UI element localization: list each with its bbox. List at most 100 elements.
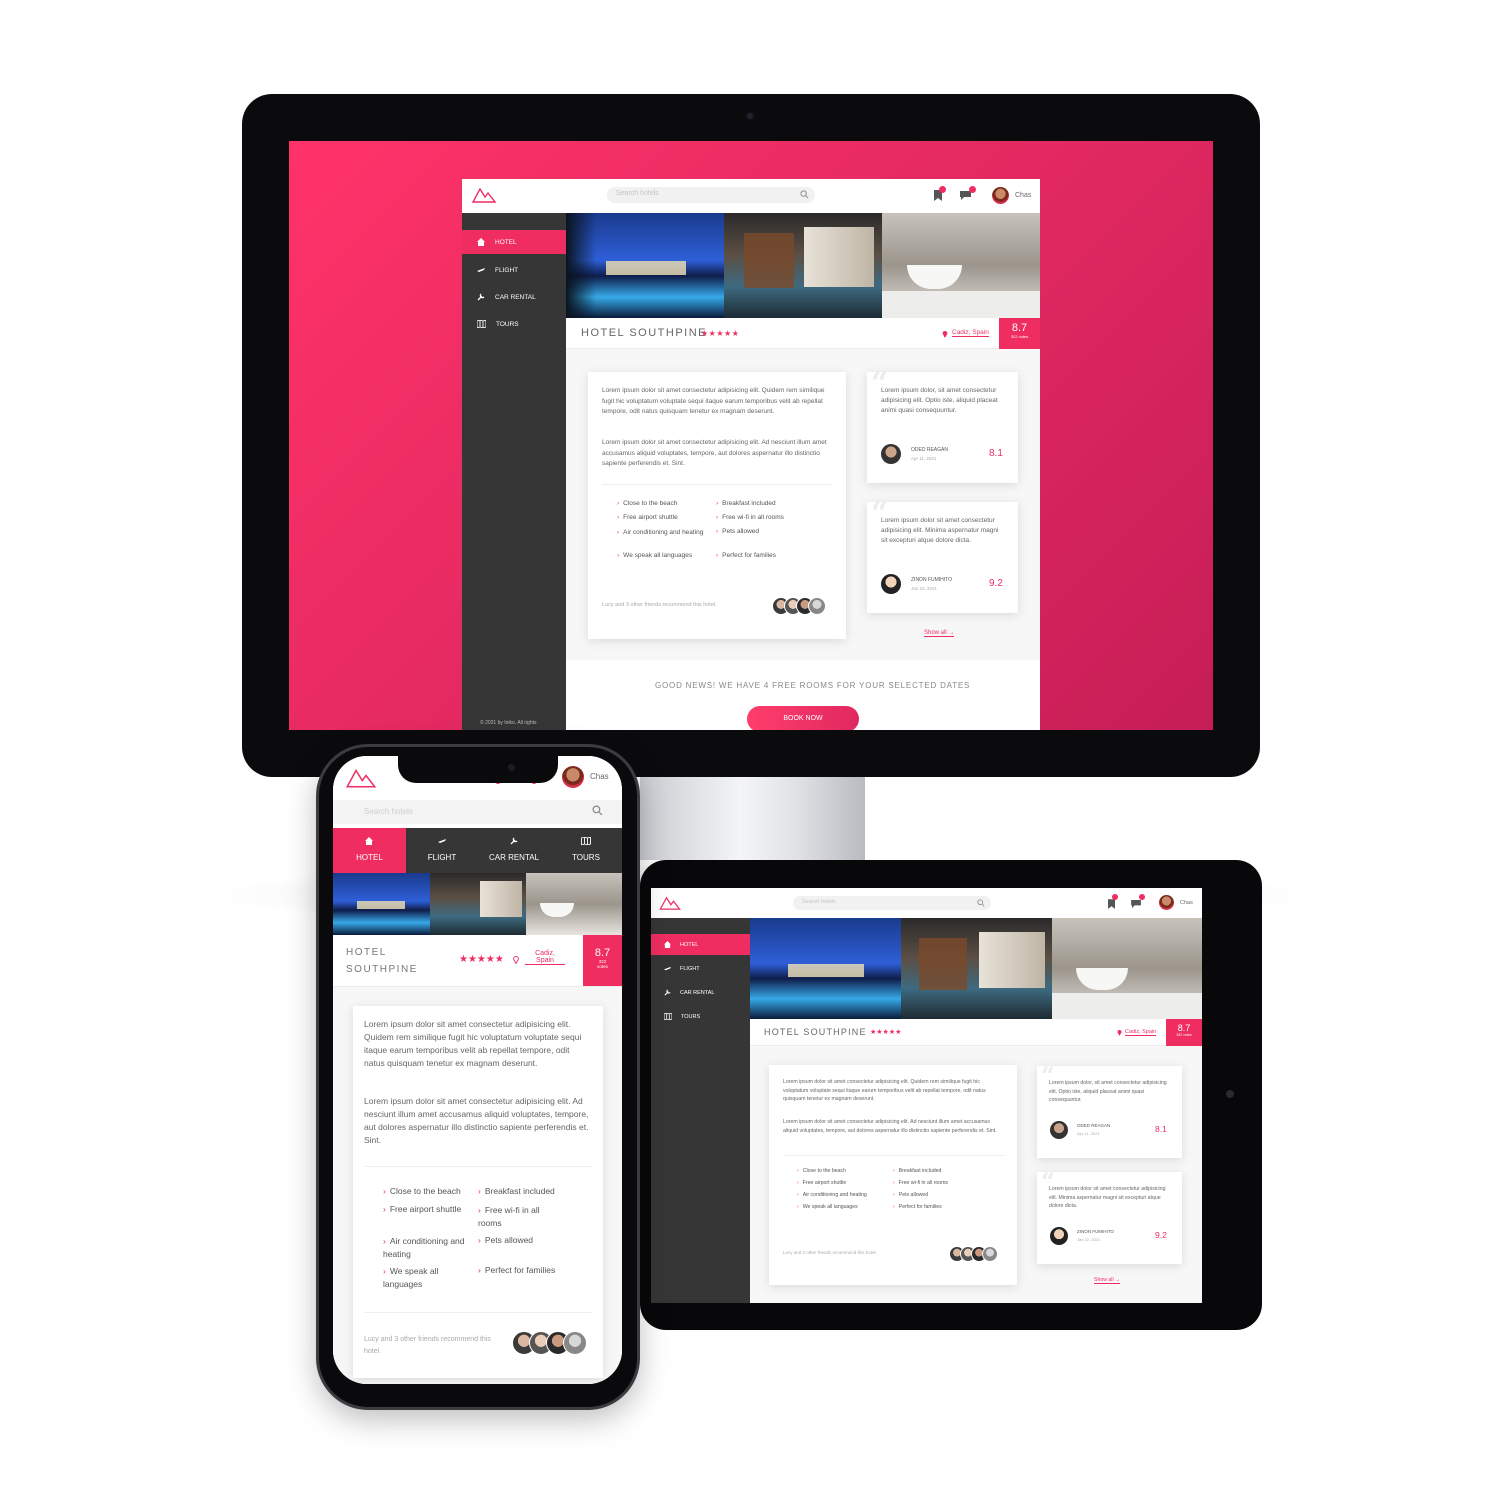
description-paragraph-1: Lorem ipsum dolor sit amet consectetur a… — [364, 1019, 582, 1068]
reviewer-avatar — [881, 444, 901, 464]
tab-flight[interactable]: FLIGHT — [406, 828, 478, 873]
search-icon[interactable] — [977, 899, 985, 907]
sidebar-item-label: TOURS — [681, 1013, 701, 1020]
device-mockup-stage: Search hotels Chas HOTEL FLIGHT CAR RENT… — [0, 0, 1500, 1500]
logo-icon[interactable] — [346, 768, 376, 788]
sidebar-item-flight[interactable]: FLIGHT — [651, 958, 750, 979]
chat-icon[interactable] — [1131, 900, 1141, 908]
divider — [364, 1166, 592, 1167]
user-name[interactable]: Chas — [1015, 192, 1031, 199]
description-paragraph-2: Lorem ipsum dolor sit amet consectetur a… — [602, 439, 827, 467]
description-card: Lorem ipsum dolor sit amet consectetur a… — [588, 372, 846, 639]
hotel-photo-bathroom[interactable] — [882, 213, 1040, 318]
hotel-photo-indoor-pool[interactable] — [430, 873, 526, 935]
hotel-photo-gallery[interactable] — [566, 213, 1040, 318]
description-paragraph-2: Lorem ipsum dolor sit amet consectetur a… — [783, 1119, 997, 1134]
hotel-photo-indoor-pool[interactable] — [724, 213, 882, 318]
plane-icon — [664, 966, 671, 971]
review-text: Lorem ipsum dolor, sit amet consectetur … — [881, 387, 998, 414]
feature-item: › Free airport shuttle — [617, 514, 678, 521]
logo-icon[interactable] — [472, 187, 496, 203]
chat-icon[interactable] — [960, 191, 971, 200]
sidebar-item-car-rental[interactable]: CAR RENTAL — [651, 982, 750, 1003]
user-avatar[interactable] — [1159, 895, 1174, 910]
hotel-name: HOTEL SOUTHPINE — [764, 1027, 867, 1037]
feature-item: › Air conditioning and heating — [617, 529, 704, 536]
friend-avatar[interactable] — [563, 1331, 587, 1355]
review-text: Lorem ipsum dolor sit amet consectetur a… — [881, 517, 999, 544]
hotel-score-box: 8.7 322 votes — [1166, 1019, 1202, 1046]
desktop-search-input[interactable]: Search hotels — [607, 187, 815, 203]
feature-item: › We speak all languages — [617, 552, 693, 559]
copyright-text: © 2021 by Iniko. All rights — [480, 720, 537, 726]
hotel-name-line-2: SOUTHPINE — [346, 964, 418, 975]
sidebar-item-label: TOURS — [496, 320, 519, 328]
hotel-score: 8.7 — [1011, 322, 1028, 334]
map-icon — [581, 837, 591, 845]
search-icon[interactable] — [800, 190, 809, 199]
user-name[interactable]: Chas — [1180, 900, 1193, 906]
hotel-location-link[interactable]: Cadiz, Spain — [952, 329, 989, 337]
bookmark-icon[interactable] — [1108, 899, 1115, 909]
sidebar-item-tours[interactable]: TOURS — [462, 312, 566, 336]
chat-badge — [969, 186, 976, 193]
hotel-photo-gallery[interactable] — [333, 873, 622, 935]
hotel-photo-bathroom[interactable] — [1052, 918, 1202, 1019]
wrench-icon — [477, 293, 485, 301]
location-pin-icon — [942, 331, 948, 338]
hotel-photo-indoor-pool[interactable] — [901, 918, 1052, 1019]
feature-item: › Pets allowed — [478, 1235, 534, 1245]
show-all-link[interactable]: Show all → — [924, 630, 955, 637]
sidebar-item-label: FLIGHT — [495, 266, 519, 274]
plane-icon — [438, 839, 446, 843]
hotel-score: 8.7 — [594, 947, 611, 959]
feature-item: › Free airport shuttle — [797, 1180, 847, 1186]
feature-item: › Perfect for families — [893, 1204, 942, 1210]
feature-item: › Free wi-fi in all rooms — [478, 1205, 540, 1228]
hotel-photo-pool-night[interactable] — [750, 918, 901, 1019]
review-score: 9.2 — [989, 578, 1003, 589]
reviewer-name: ZINON FUMIHITO — [911, 577, 953, 583]
hotel-votes: votes — [597, 964, 608, 969]
feature-item: › Close to the beach — [383, 1186, 461, 1196]
feature-item: › Free airport shuttle — [383, 1204, 462, 1214]
map-icon — [664, 1013, 672, 1020]
feature-item: › Close to the beach — [797, 1168, 846, 1174]
tablet-search-input[interactable]: Search hotels — [793, 896, 991, 910]
feature-item: › Close to the beach — [617, 500, 678, 507]
sidebar-item-hotel[interactable]: HOTEL — [462, 230, 566, 254]
phone-app: Chas Search hotels HOTEL FLIGHT CAR RENT… — [333, 756, 622, 1384]
sidebar-item-car-rental[interactable]: CAR RENTAL — [462, 285, 566, 309]
review-card: “ Lorem ipsum dolor, sit amet consectetu… — [1037, 1061, 1182, 1158]
search-icon[interactable] — [592, 805, 603, 816]
divider — [602, 484, 832, 485]
book-now-button[interactable]: BOOK NOW — [747, 706, 859, 730]
hotel-photo-pool-night[interactable] — [333, 873, 430, 935]
hotel-photo-gallery[interactable] — [750, 918, 1202, 1019]
hotel-photo-pool-night[interactable] — [566, 213, 724, 318]
phone-screen: Chas Search hotels HOTEL FLIGHT CAR RENT… — [333, 756, 622, 1384]
sidebar-item-hotel[interactable]: HOTEL — [651, 934, 750, 955]
review-text: Lorem ipsum dolor sit amet consectetur a… — [1049, 1186, 1166, 1209]
show-all-link[interactable]: Show all → — [1094, 1277, 1121, 1284]
reviewer-name: ODED REAGAN — [1077, 1123, 1111, 1128]
feature-item: › Breakfast included — [478, 1186, 555, 1196]
tab-car-rental[interactable]: CAR RENTAL — [478, 828, 550, 873]
user-avatar[interactable] — [992, 187, 1009, 204]
hotel-photo-bathroom[interactable] — [526, 873, 622, 935]
logo-icon[interactable] — [659, 896, 681, 910]
phone-search-input[interactable]: Search hotels — [333, 800, 622, 824]
tab-hotel[interactable]: HOTEL — [333, 828, 406, 873]
hotel-title-row: HOTEL SOUTHPINE ★★★★★ Cadiz, Spain 8.7 3… — [333, 935, 622, 987]
friend-avatar[interactable] — [982, 1246, 998, 1262]
sidebar-item-flight[interactable]: FLIGHT — [462, 258, 566, 282]
hotel-location-link[interactable]: Cadiz, Spain — [1125, 1029, 1157, 1036]
user-name[interactable]: Chas — [590, 772, 609, 781]
description-card: Lorem ipsum dolor sit amet consectetur a… — [769, 1065, 1017, 1285]
friend-avatar[interactable] — [808, 597, 826, 615]
tab-tours[interactable]: TOURS — [550, 828, 622, 873]
sidebar-item-tours[interactable]: TOURS — [651, 1006, 750, 1027]
review-score: 9.2 — [1155, 1230, 1167, 1240]
hotel-location-link[interactable]: Cadiz, Spain — [525, 950, 565, 965]
user-avatar[interactable] — [562, 766, 584, 788]
